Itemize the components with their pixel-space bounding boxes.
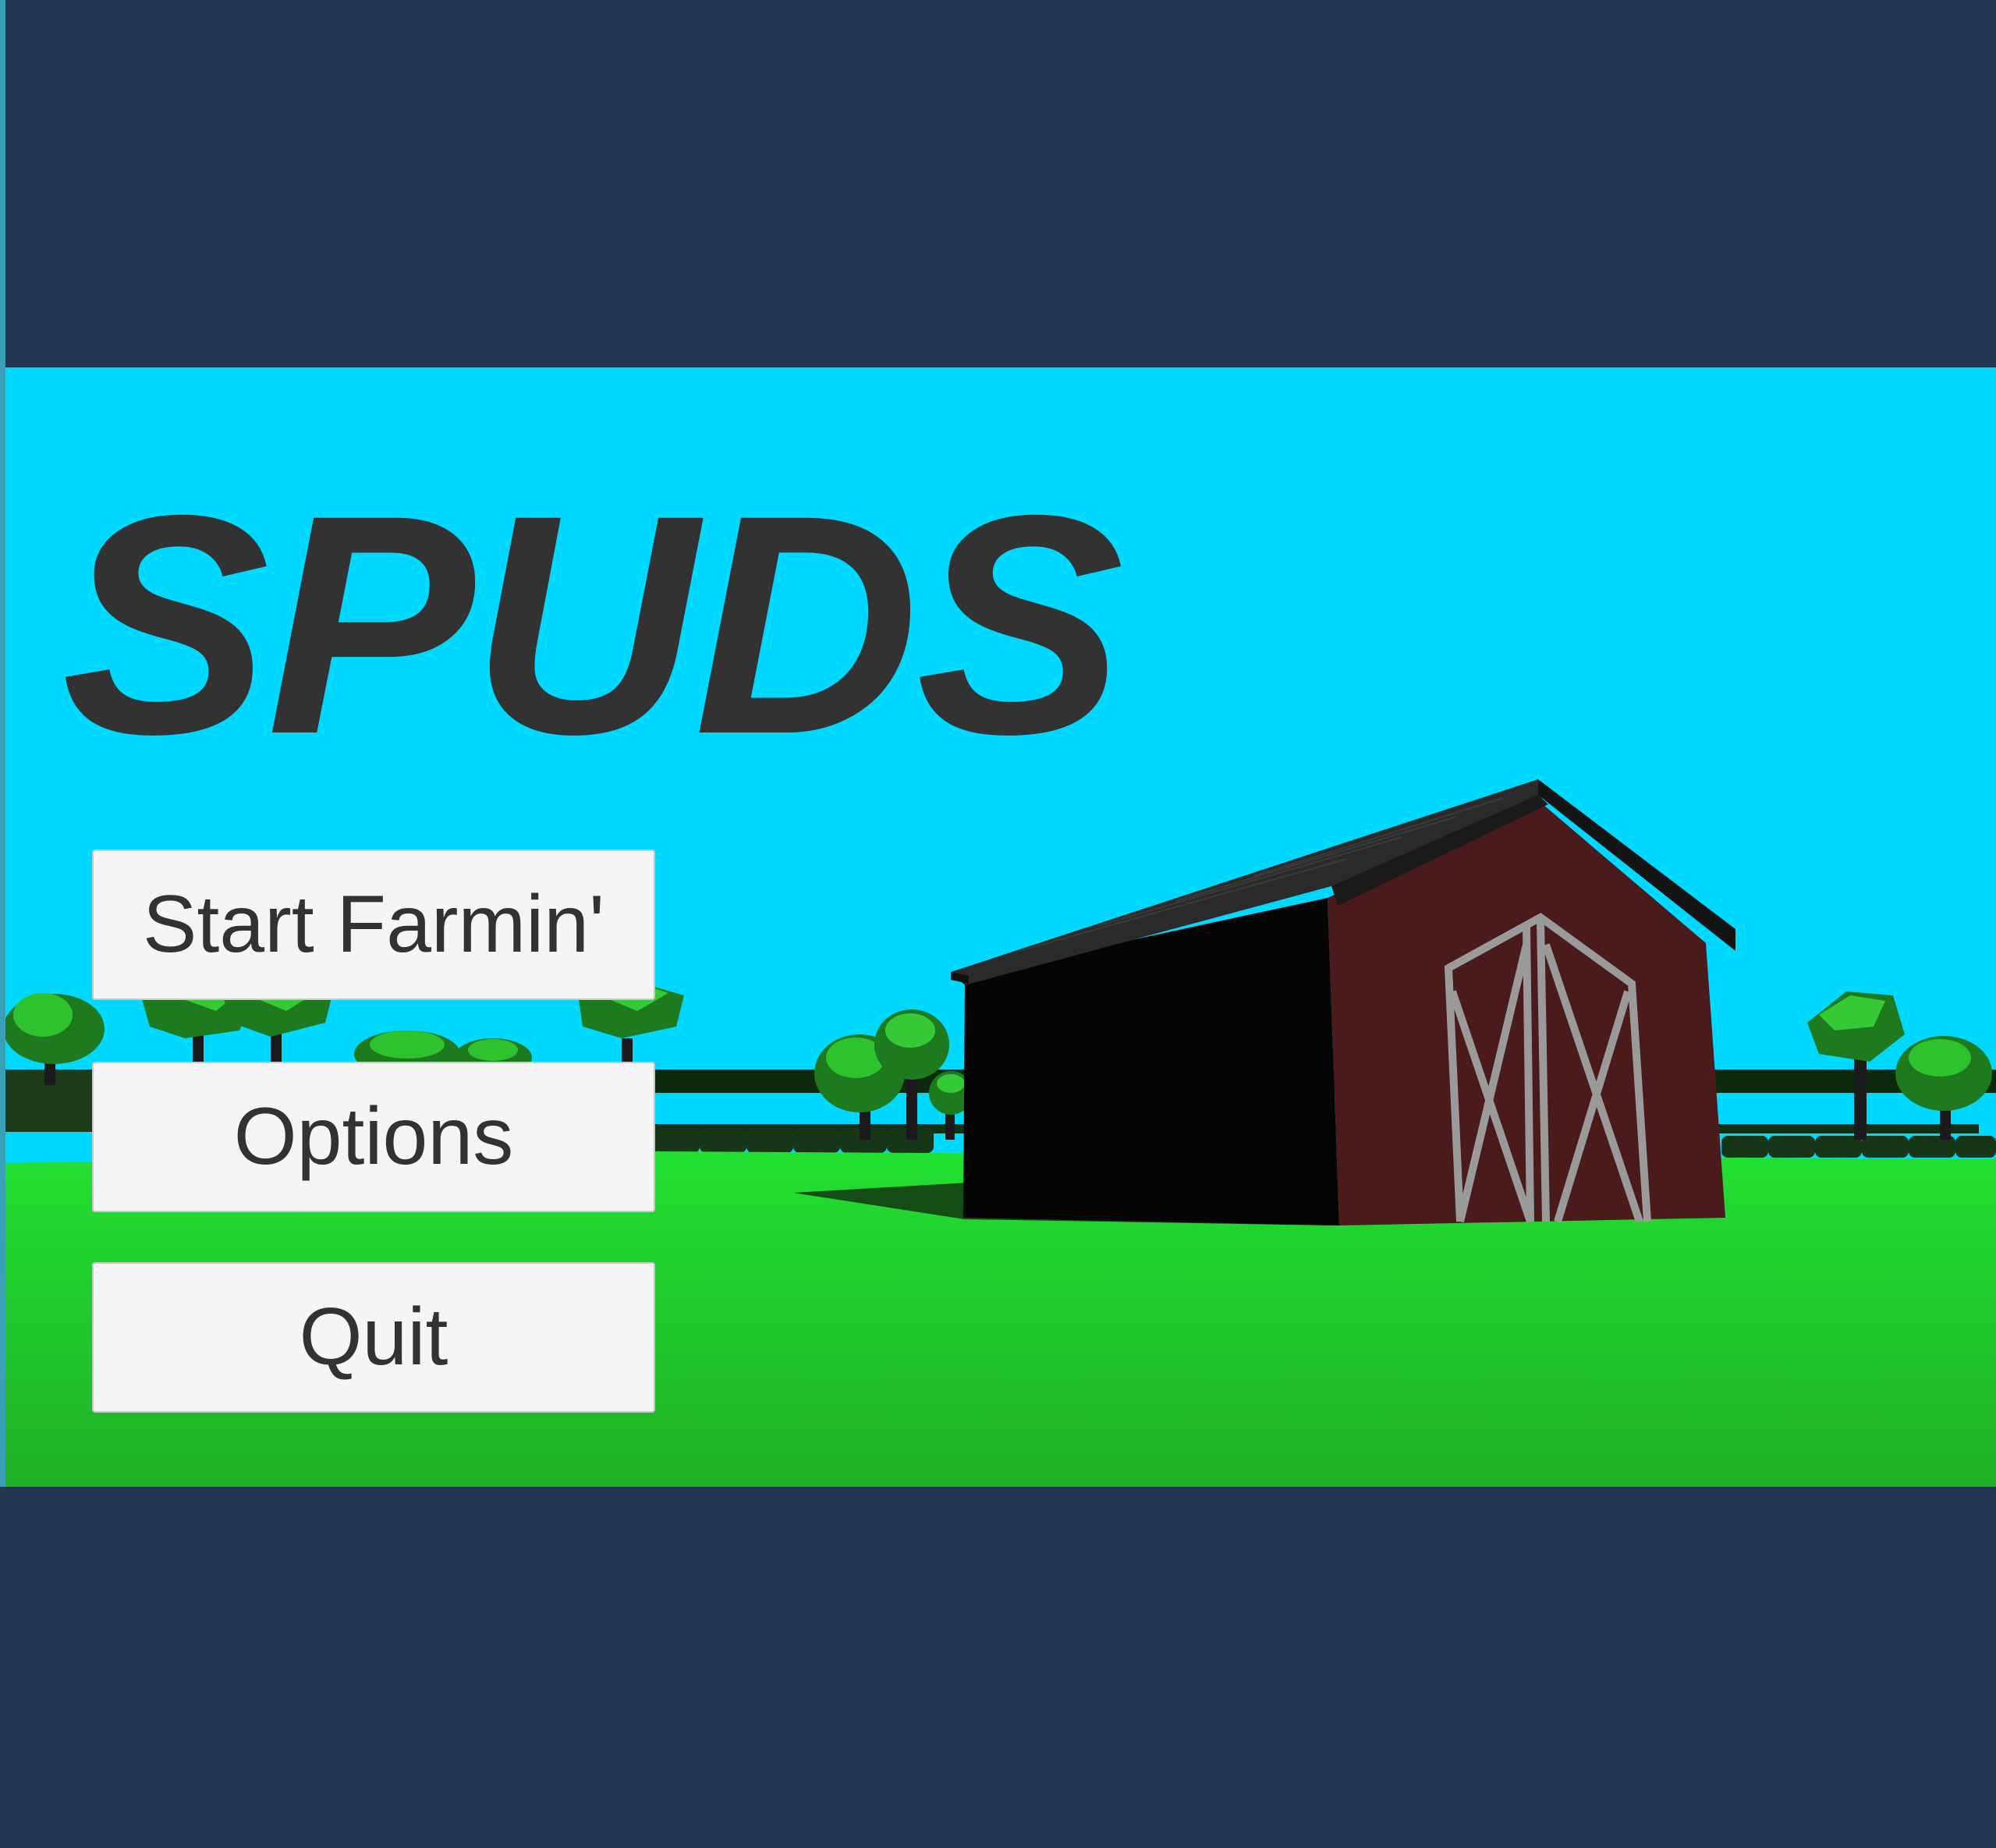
- quit-button[interactable]: Quit: [92, 1262, 655, 1413]
- game-title: SPUDS: [62, 450, 1124, 799]
- options-button[interactable]: Options: [92, 1062, 655, 1212]
- letterbox-top: [0, 0, 1996, 367]
- letterbox-bottom: [0, 1487, 1996, 1848]
- start-farmin-button[interactable]: Start Farmin': [92, 850, 655, 1000]
- game-viewport[interactable]: SPUDS Start Farmin' Options Quit: [5, 367, 1996, 1487]
